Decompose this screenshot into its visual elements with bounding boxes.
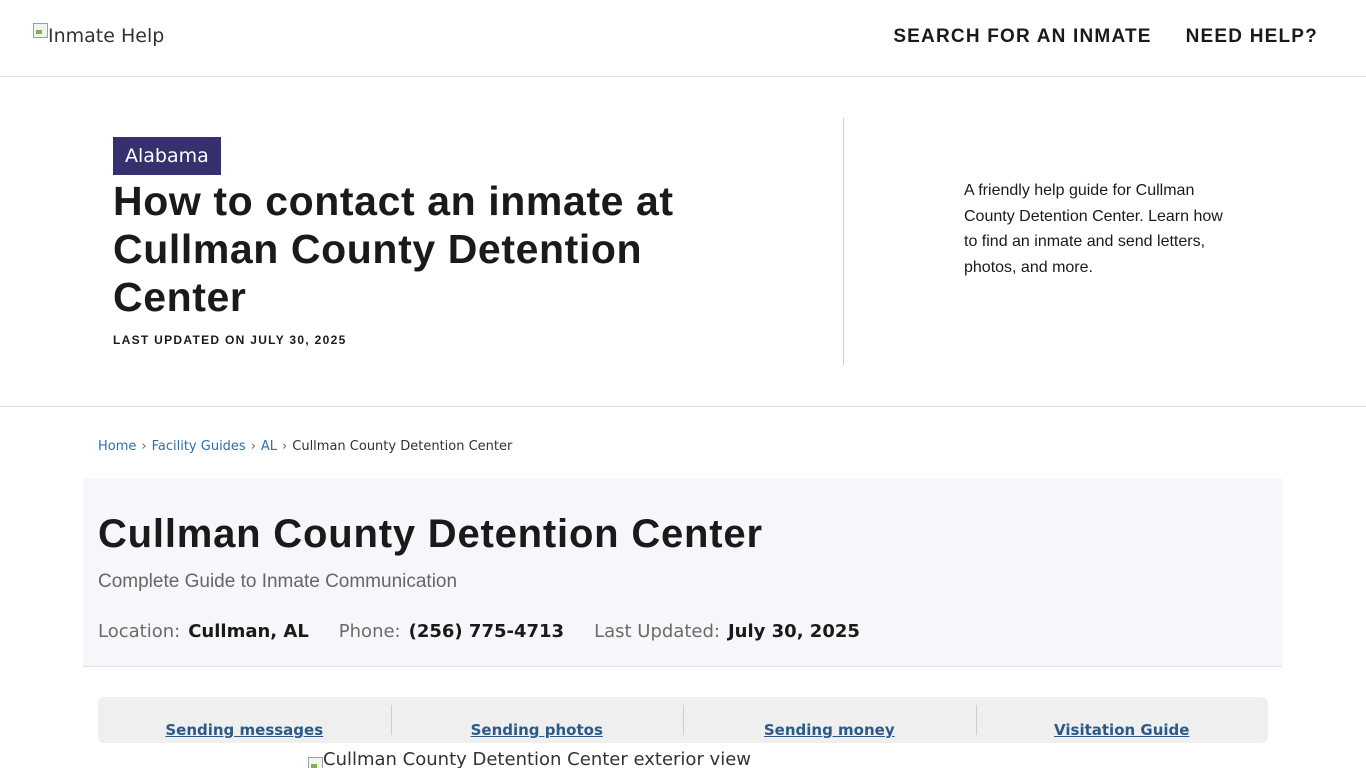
breadcrumb-separator: › <box>282 439 288 454</box>
tab-sending-messages: Sending messages <box>98 705 391 739</box>
meta-phone-value: (256) 775-4713 <box>408 621 565 642</box>
nav-need-help[interactable]: NEED HELP? <box>1186 26 1318 48</box>
facility-title: Cullman County Detention Center <box>98 512 763 556</box>
facility-subtitle: Complete Guide to Inmate Communication <box>98 571 458 592</box>
tab-visitation-guide-link[interactable]: Visitation Guide <box>1054 721 1189 739</box>
meta-updated-label: Last Updated: <box>594 621 720 642</box>
tab-sending-messages-link[interactable]: Sending messages <box>165 721 323 739</box>
site-header: Inmate Help SEARCH FOR AN INMATE NEED HE… <box>0 0 1366 77</box>
facility-card: Cullman County Detention Center Complete… <box>83 478 1282 667</box>
meta-location-label: Location: <box>98 621 181 642</box>
broken-image-icon <box>307 756 323 768</box>
meta-updated: Last Updated: July 30, 2025 <box>594 621 860 642</box>
breadcrumb-separator: › <box>141 439 147 454</box>
meta-location: Location: Cullman, AL <box>98 621 309 642</box>
tab-sending-photos-link[interactable]: Sending photos <box>471 721 603 739</box>
logo-alt-text: Inmate Help <box>48 25 165 47</box>
breadcrumb-facility-guides[interactable]: Facility Guides <box>152 439 246 454</box>
meta-phone: Phone: (256) 775-4713 <box>339 621 564 642</box>
main-nav: SEARCH FOR AN INMATE NEED HELP? <box>893 26 1318 48</box>
nav-search-inmate[interactable]: SEARCH FOR AN INMATE <box>893 26 1151 48</box>
tab-sending-photos: Sending photos <box>390 705 684 739</box>
meta-updated-value: July 30, 2025 <box>727 621 860 642</box>
tab-visitation-guide: Visitation Guide <box>975 705 1269 739</box>
breadcrumb: Home › Facility Guides › AL › Cullman Co… <box>98 439 512 454</box>
guide-tabs: Sending messages Sending photos Sending … <box>98 697 1268 743</box>
last-updated-label: LAST UPDATED ON JULY 30, 2025 <box>113 333 347 347</box>
facility-meta: Location: Cullman, AL Phone: (256) 775-4… <box>98 621 860 642</box>
state-badge[interactable]: Alabama <box>113 137 221 175</box>
breadcrumb-home[interactable]: Home <box>98 439 136 454</box>
broken-image-icon <box>32 22 48 38</box>
hero-description: A friendly help guide for Cullman County… <box>964 182 1223 276</box>
breadcrumb-state[interactable]: AL <box>261 439 277 454</box>
hero-section: Alabama How to contact an inmate at Cull… <box>0 77 1366 407</box>
breadcrumb-separator: › <box>250 439 256 454</box>
meta-phone-label: Phone: <box>338 621 401 642</box>
meta-location-value: Cullman, AL <box>188 621 309 642</box>
breadcrumb-current: Cullman County Detention Center <box>292 439 513 454</box>
hero-divider <box>843 118 844 365</box>
facility-exterior-image: Cullman County Detention Center exterior… <box>307 748 751 768</box>
page-title: How to contact an inmate at Cullman Coun… <box>113 178 674 320</box>
tab-sending-money: Sending money <box>683 705 976 739</box>
exterior-image-alt-text: Cullman County Detention Center exterior… <box>323 749 752 768</box>
tab-sending-money-link[interactable]: Sending money <box>764 721 895 739</box>
site-logo-link[interactable]: Inmate Help <box>32 22 164 47</box>
